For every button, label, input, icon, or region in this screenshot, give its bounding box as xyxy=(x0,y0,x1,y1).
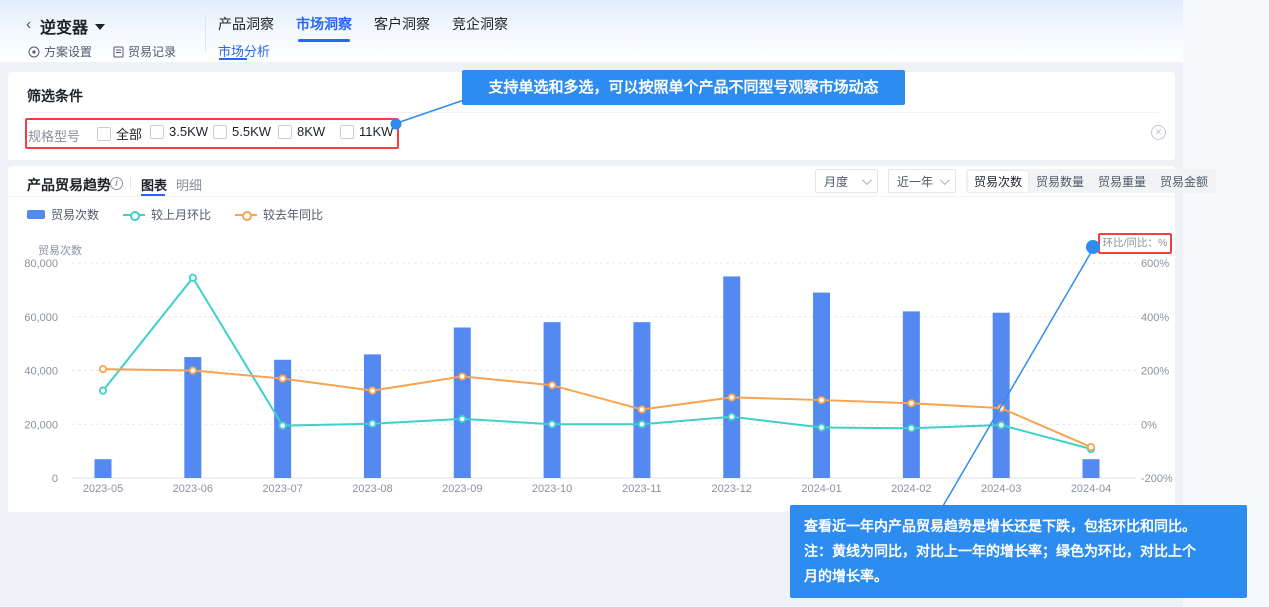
x-tick-label: 2024-03 xyxy=(981,483,1021,495)
tip-line: 月的增长率。 xyxy=(804,564,1233,589)
x-tick-label: 2023-07 xyxy=(262,483,302,495)
x-tick-label: 2024-01 xyxy=(801,483,841,495)
point-2024-03[interactable] xyxy=(998,405,1004,411)
bar-2023-09[interactable] xyxy=(454,328,471,479)
bar-2023-06[interactable] xyxy=(184,357,201,478)
tip-line: 注：黄线为同比，对比上一年的增长率；绿色为环比，对比上个 xyxy=(804,539,1233,564)
svg-text:0: 0 xyxy=(52,473,58,485)
point-2023-07[interactable] xyxy=(279,375,285,381)
x-tick-label: 2024-02 xyxy=(891,483,931,495)
bar-2023-05[interactable] xyxy=(95,459,112,478)
right-axis-title: 环比/同比：% xyxy=(1098,233,1172,254)
svg-text:200%: 200% xyxy=(1141,366,1169,378)
point-2024-02[interactable] xyxy=(908,425,914,431)
point-2023-07[interactable] xyxy=(279,422,285,428)
svg-text:80,000: 80,000 xyxy=(24,258,58,270)
svg-text:20,000: 20,000 xyxy=(24,419,58,431)
trend-annotation-tip: 查看近一年内产品贸易趋势是增长还是下跌，包括环比和同比。 注：黄线为同比，对比上… xyxy=(790,505,1247,598)
x-tick-label: 2023-06 xyxy=(173,483,213,495)
x-tick-label: 2023-08 xyxy=(352,483,392,495)
point-2023-06[interactable] xyxy=(190,275,196,281)
svg-text:600%: 600% xyxy=(1141,258,1169,270)
point-2023-11[interactable] xyxy=(639,421,645,427)
point-2023-05[interactable] xyxy=(100,366,106,372)
point-2023-06[interactable] xyxy=(190,367,196,373)
bar-2023-12[interactable] xyxy=(723,276,740,478)
x-tick-label: 2023-10 xyxy=(532,483,572,495)
point-2023-10[interactable] xyxy=(549,421,555,427)
point-2023-09[interactable] xyxy=(459,373,465,379)
svg-text:40,000: 40,000 xyxy=(24,366,58,378)
point-2023-09[interactable] xyxy=(459,416,465,422)
point-2023-11[interactable] xyxy=(639,406,645,412)
x-tick-label: 2023-09 xyxy=(442,483,482,495)
tip-line: 查看近一年内产品贸易趋势是增长还是下跌，包括环比和同比。 xyxy=(804,514,1233,539)
bar-2023-08[interactable] xyxy=(364,354,381,478)
x-tick-label: 2024-04 xyxy=(1071,483,1111,495)
x-tick-label: 2023-11 xyxy=(622,483,662,495)
point-2023-05[interactable] xyxy=(100,387,106,393)
filter-annotation-tip: 支持单选和多选，可以按照单个产品不同型号观察市场动态 xyxy=(462,70,905,105)
bar-2024-03[interactable] xyxy=(993,313,1010,478)
x-tick-label: 2023-12 xyxy=(712,483,752,495)
point-2024-03[interactable] xyxy=(998,422,1004,428)
svg-text:0%: 0% xyxy=(1141,419,1157,431)
point-2023-12[interactable] xyxy=(729,394,735,400)
svg-text:-200%: -200% xyxy=(1141,473,1173,485)
point-2023-10[interactable] xyxy=(549,382,555,388)
svg-text:400%: 400% xyxy=(1141,312,1169,324)
point-2023-08[interactable] xyxy=(369,387,375,393)
point-2024-02[interactable] xyxy=(908,400,914,406)
svg-text:60,000: 60,000 xyxy=(24,312,58,324)
point-2024-01[interactable] xyxy=(818,397,824,403)
bar-2023-10[interactable] xyxy=(544,322,561,478)
bar-2024-02[interactable] xyxy=(903,311,920,478)
point-2023-08[interactable] xyxy=(369,421,375,427)
bar-2023-11[interactable] xyxy=(633,322,650,478)
bar-2024-04[interactable] xyxy=(1083,459,1100,478)
x-tick-label: 2023-05 xyxy=(83,483,123,495)
point-2024-04[interactable] xyxy=(1088,444,1094,450)
point-2023-12[interactable] xyxy=(729,414,735,420)
bar-2024-01[interactable] xyxy=(813,293,830,478)
point-2024-01[interactable] xyxy=(818,424,824,430)
